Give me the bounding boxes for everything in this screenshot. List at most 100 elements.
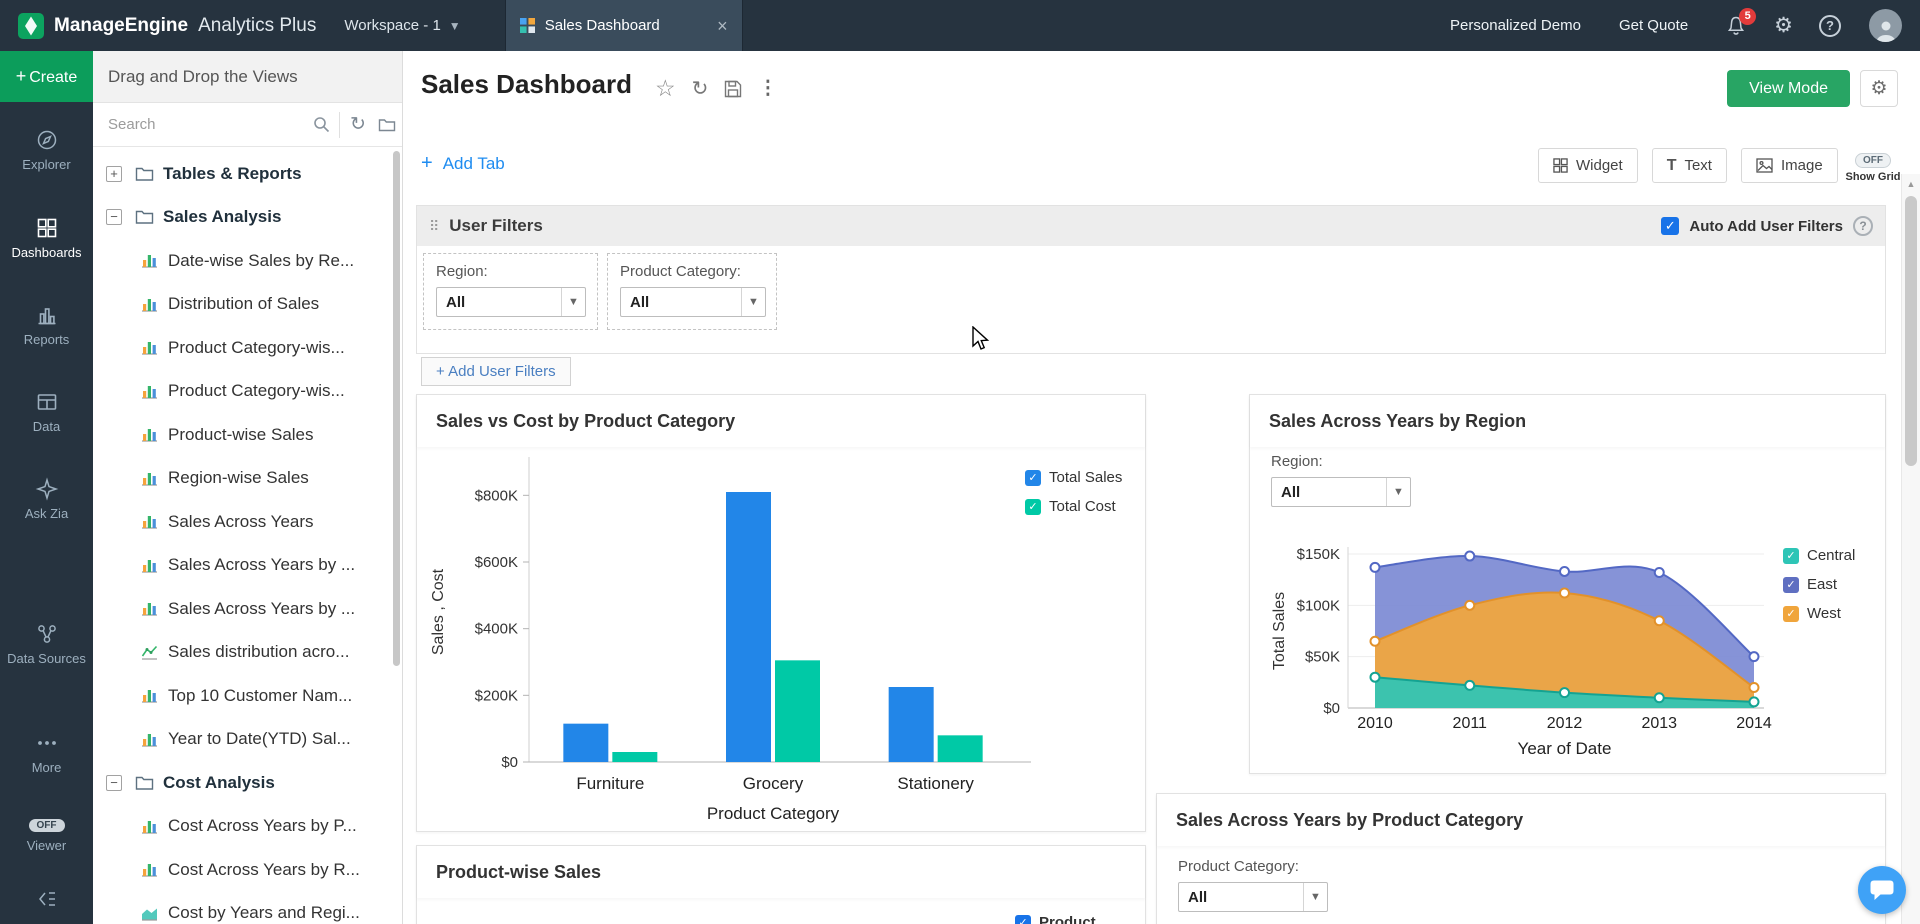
rail-item-more[interactable]: More (0, 731, 93, 776)
settings-gear-icon[interactable]: ⚙ (1774, 15, 1793, 36)
view-mode-button[interactable]: View Mode (1727, 70, 1850, 107)
legend-label: Central (1807, 547, 1855, 564)
legend-checkbox-icon[interactable]: ✓ (1783, 606, 1799, 622)
tree-view-product-wise-sales[interactable]: Product-wise Sales (93, 413, 394, 457)
rail-item-ask-zia[interactable]: Ask Zia (0, 477, 93, 522)
tree-view-sales-across-years-by[interactable]: Sales Across Years by ... (93, 544, 394, 588)
user-avatar[interactable] (1869, 9, 1902, 42)
text-button[interactable]: T Text (1652, 148, 1727, 183)
tree-view-distribution-of-sales[interactable]: Distribution of Sales (93, 283, 394, 327)
rail-item-dashboards[interactable]: Dashboards (0, 216, 93, 261)
region-select[interactable]: All ▼ (1271, 477, 1411, 507)
legend-checkbox-icon[interactable]: ✓ (1025, 499, 1041, 515)
tree-view-sales-across-years[interactable]: Sales Across Years (93, 500, 394, 544)
chart-line-icon (140, 643, 159, 662)
show-grid-off-pill[interactable]: OFF (1855, 153, 1891, 168)
rail-item-data-sources[interactable]: Data Sources (0, 622, 93, 667)
tab-close-icon[interactable]: × (717, 17, 728, 35)
legend-checkbox-icon[interactable]: ✓ (1783, 577, 1799, 593)
tree-view-product-category-wis[interactable]: Product Category-wis... (93, 326, 394, 370)
rail-item-label: More (0, 760, 93, 776)
legend-item-east[interactable]: ✓East (1783, 576, 1855, 593)
get-quote-link[interactable]: Get Quote (1619, 17, 1688, 34)
rail-item-reports[interactable]: Reports (0, 303, 93, 348)
tree-view-cost-across-years-by-r[interactable]: Cost Across Years by R... (93, 848, 394, 892)
card-sales-across-years-by-product-category: Sales Across Years by Product Category P… (1156, 793, 1886, 924)
tree-view-year-to-date-ytd-sal[interactable]: Year to Date(YTD) Sal... (93, 718, 394, 762)
legend-item-total-sales[interactable]: ✓Total Sales (1025, 469, 1122, 486)
tree-view-region-wise-sales[interactable]: Region-wise Sales (93, 457, 394, 501)
viewer-off-pill[interactable]: OFF (29, 819, 65, 832)
tree-view-cost-across-years-by-p[interactable]: Cost Across Years by P... (93, 805, 394, 849)
scroll-up-icon[interactable]: ▲ (1902, 179, 1920, 189)
rail-item-label: Reports (0, 332, 93, 348)
more-options-icon[interactable]: ⋮ (758, 77, 777, 100)
add-tab-label: Add Tab (443, 154, 505, 174)
viewer-toggle[interactable]: OFF Viewer (0, 815, 93, 853)
chart-bars-icon (140, 338, 159, 357)
main-scrollbar[interactable]: ▲ (1901, 174, 1920, 924)
rail-item-data[interactable]: Data (0, 390, 93, 435)
tree-folder-cost-analysis[interactable]: −Cost Analysis (93, 761, 394, 805)
search-icon[interactable] (307, 116, 336, 133)
legend-item-central[interactable]: ✓ Central (1783, 547, 1855, 564)
panel-scrollbar[interactable] (393, 151, 400, 666)
workspace-selector[interactable]: Workspace - 1 ▼ (344, 17, 460, 34)
create-button[interactable]: +Create (0, 51, 93, 102)
folder-views-icon[interactable] (373, 117, 402, 133)
widget-button[interactable]: Widget (1538, 148, 1638, 183)
tree-folder-tables-reports[interactable]: +Tables & Reports (93, 152, 394, 196)
tree-view-sales-across-years-by[interactable]: Sales Across Years by ... (93, 587, 394, 631)
drag-handle-icon[interactable]: ⠿ (429, 218, 439, 235)
tab-sales-dashboard[interactable]: Sales Dashboard × (505, 0, 743, 51)
folder-icon (135, 209, 154, 225)
main-content: Sales Dashboard ☆ ↻ ⋮ View Mode ⚙ + Add … (403, 51, 1920, 924)
collapse-sidebar-icon[interactable] (0, 891, 93, 907)
card-product-wise-sales: Product-wise Sales ✓ Product (416, 845, 1146, 924)
folder-icon (135, 166, 154, 182)
refresh-icon[interactable]: ↻ (692, 76, 709, 101)
legend-item-west[interactable]: ✓West (1783, 605, 1855, 622)
user-filters-help-icon[interactable]: ? (1853, 216, 1873, 236)
legend-checkbox-icon[interactable]: ✓ (1015, 915, 1031, 924)
tree-view-cost-by-years-and-regi[interactable]: Cost by Years and Regi... (93, 892, 394, 924)
tree-view-sales-distribution-acro[interactable]: Sales distribution acro... (93, 631, 394, 675)
legend-checkbox-icon[interactable]: ✓ (1025, 470, 1041, 486)
add-tab-button[interactable]: + Add Tab (421, 152, 505, 175)
view-label: Sales Across Years by ... (168, 599, 355, 619)
product-category-select[interactable]: All ▼ (1178, 882, 1328, 912)
product-category-filter-select[interactable]: All ▼ (620, 287, 766, 317)
show-grid-toggle[interactable]: OFF Show Grid (1844, 150, 1902, 183)
rail-item-explorer[interactable]: Explorer (0, 128, 93, 173)
tree-view-date-wise-sales-by-re[interactable]: Date-wise Sales by Re... (93, 239, 394, 283)
expand-icon[interactable]: + (106, 166, 122, 182)
help-icon[interactable]: ? (1819, 15, 1841, 37)
tree-view-product-category-wis[interactable]: Product Category-wis... (93, 370, 394, 414)
collapse-icon[interactable]: − (106, 775, 122, 791)
collapse-icon[interactable]: − (106, 209, 122, 225)
auto-add-checkbox[interactable]: ✓ (1661, 217, 1679, 235)
region-filter-select[interactable]: All ▼ (436, 287, 586, 317)
legend-checkbox-icon[interactable]: ✓ (1783, 548, 1799, 564)
search-input[interactable] (93, 103, 307, 146)
refresh-views-icon[interactable]: ↻ (343, 113, 372, 136)
favorite-star-icon[interactable]: ☆ (655, 75, 676, 102)
personalized-demo-link[interactable]: Personalized Demo (1450, 17, 1581, 34)
add-user-filters-button[interactable]: + Add User Filters (421, 357, 571, 386)
chat-support-button[interactable] (1858, 866, 1906, 914)
tree-folder-sales-analysis[interactable]: −Sales Analysis (93, 196, 394, 240)
save-icon[interactable] (724, 80, 742, 98)
image-button[interactable]: Image (1741, 148, 1838, 183)
legend-item-product[interactable]: ✓ Product (1015, 914, 1096, 924)
chart-bars-icon (140, 817, 159, 836)
svg-text:$600K: $600K (475, 554, 518, 571)
chart-bars-icon (140, 860, 159, 879)
scrollbar-thumb[interactable] (1905, 196, 1917, 466)
dashboard-settings-icon[interactable]: ⚙ (1860, 70, 1898, 107)
svg-text:$800K: $800K (475, 487, 518, 504)
legend-item-total-cost[interactable]: ✓Total Cost (1025, 498, 1122, 515)
notifications-bell-icon[interactable]: 5 (1726, 15, 1746, 37)
svg-text:$200K: $200K (475, 687, 518, 704)
brand-logo[interactable]: ManageEngine Analytics Plus (0, 13, 316, 39)
tree-view-top-10-customer-nam[interactable]: Top 10 Customer Nam... (93, 674, 394, 718)
